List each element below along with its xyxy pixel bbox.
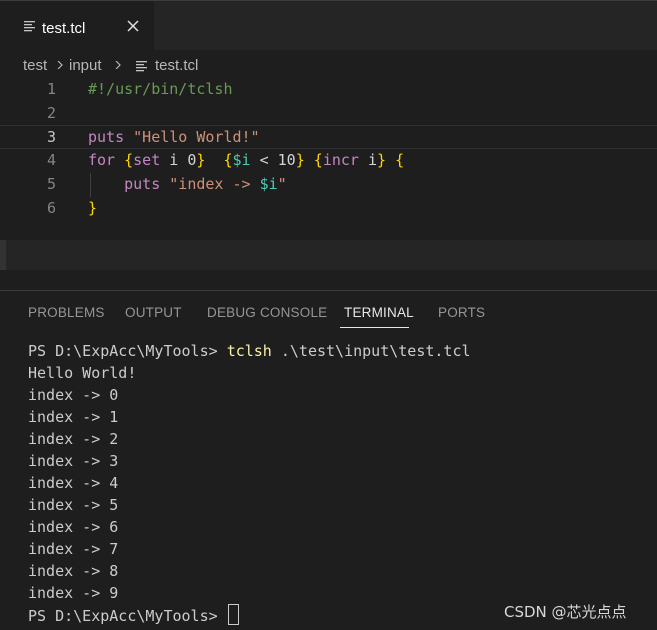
terminal-command-line: PS D:\ExpAcc\MyTools> tclsh .\test\input… bbox=[28, 342, 471, 360]
terminal-line: index -> 0 bbox=[28, 386, 119, 404]
file-lines-icon bbox=[136, 61, 147, 72]
terminal-line: index -> 4 bbox=[28, 474, 119, 492]
watermark: CSDN @芯光点点 bbox=[504, 603, 627, 621]
line-number: 3 bbox=[46, 128, 56, 146]
terminal-line: index -> 5 bbox=[28, 496, 119, 514]
code-text: for {set i 0} {$i < 10} {incr i} { bbox=[88, 151, 405, 169]
terminal-line: index -> 3 bbox=[28, 452, 119, 470]
terminal-output[interactable]: PS D:\ExpAcc\MyTools> tclsh .\test\input… bbox=[28, 340, 648, 626]
terminal-cursor bbox=[227, 604, 239, 625]
code-line: 1 #!/usr/bin/tclsh bbox=[0, 78, 657, 102]
scrollbar-edge bbox=[0, 240, 6, 270]
code-line: 5 puts "index -> $i" bbox=[0, 173, 657, 197]
chevron-right-icon bbox=[115, 61, 121, 69]
breadcrumb-item-input[interactable]: input bbox=[69, 57, 102, 74]
code-line: 6 } bbox=[0, 197, 657, 221]
tab-test-tcl[interactable]: test.tcl bbox=[0, 1, 154, 50]
close-icon[interactable] bbox=[126, 19, 140, 33]
breadcrumb-item-file[interactable]: test.tcl bbox=[155, 57, 198, 74]
line-number: 6 bbox=[46, 199, 56, 217]
code-text: puts "index -> $i" bbox=[124, 175, 287, 193]
code-text: #!/usr/bin/tclsh bbox=[88, 80, 233, 98]
vscode-window: test.tcl test input test.tcl 1 #!/usr/bi… bbox=[0, 0, 657, 630]
active-tab-indicator bbox=[340, 327, 409, 328]
file-lines-icon bbox=[24, 21, 35, 32]
editor-tab-bar: test.tcl bbox=[0, 0, 657, 50]
breadcrumb-item-test[interactable]: test bbox=[23, 57, 47, 74]
horizontal-scrollbar[interactable] bbox=[0, 240, 657, 270]
code-line-current: 3 puts "Hello World!" bbox=[0, 125, 657, 149]
breadcrumb: test input test.tcl bbox=[0, 50, 657, 80]
code-text: puts "Hello World!" bbox=[88, 128, 260, 146]
tab-label: test.tcl bbox=[42, 20, 86, 37]
line-number: 2 bbox=[46, 104, 56, 122]
terminal-line: index -> 1 bbox=[28, 408, 119, 426]
terminal-line: index -> 7 bbox=[28, 540, 119, 558]
code-line: 4 for {set i 0} {$i < 10} {incr i} { bbox=[0, 149, 657, 173]
terminal-line: index -> 2 bbox=[28, 430, 119, 448]
terminal-line: Hello World! bbox=[28, 364, 137, 382]
tab-output[interactable]: OUTPUT bbox=[125, 305, 182, 320]
line-number: 1 bbox=[46, 80, 56, 98]
tab-ports[interactable]: PORTS bbox=[438, 305, 485, 320]
line-number: 4 bbox=[46, 151, 56, 169]
terminal-line: index -> 8 bbox=[28, 562, 119, 580]
panel-tab-bar: PROBLEMS OUTPUT DEBUG CONSOLE TERMINAL P… bbox=[0, 291, 657, 331]
code-line: 2 bbox=[0, 102, 657, 126]
code-text: } bbox=[88, 199, 98, 217]
bottom-panel: PROBLEMS OUTPUT DEBUG CONSOLE TERMINAL P… bbox=[0, 290, 657, 630]
chevron-right-icon bbox=[57, 61, 63, 69]
tab-terminal[interactable]: TERMINAL bbox=[344, 305, 414, 320]
terminal-line: index -> 6 bbox=[28, 518, 119, 536]
tab-problems[interactable]: PROBLEMS bbox=[28, 305, 105, 320]
tab-debug-console[interactable]: DEBUG CONSOLE bbox=[207, 305, 327, 320]
line-number: 5 bbox=[46, 175, 56, 193]
